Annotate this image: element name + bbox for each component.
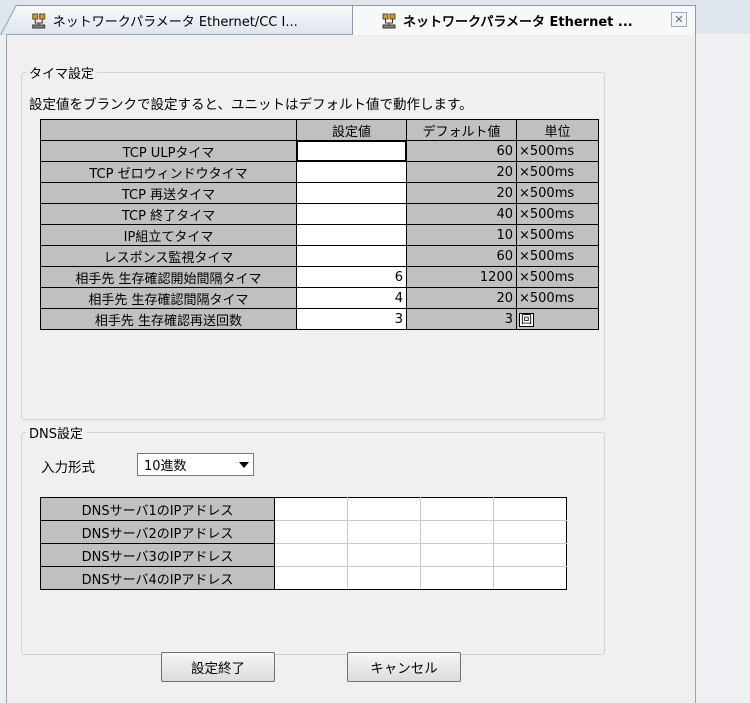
setting-value-input[interactable]: 3 bbox=[296, 308, 407, 330]
row-label: レスポンス監視タイマ bbox=[40, 245, 297, 267]
setting-value-input[interactable]: 4 bbox=[296, 287, 407, 309]
setting-value-input[interactable] bbox=[296, 203, 407, 225]
dns-server-label: DNSサーバ1のIPアドレス bbox=[40, 497, 275, 521]
header-default-value: デフォルト値 bbox=[406, 119, 517, 141]
ip-octet-input[interactable] bbox=[493, 520, 567, 544]
unit: 回 bbox=[516, 308, 599, 330]
background-strip bbox=[696, 34, 750, 703]
setting-value-input[interactable] bbox=[296, 245, 407, 267]
row-label: 相手先 生存確認開始間隔タイマ bbox=[40, 266, 297, 288]
chevron-down-icon[interactable] bbox=[235, 454, 253, 475]
ip-octet-input[interactable] bbox=[420, 566, 494, 590]
unit: ×500ms bbox=[516, 245, 599, 267]
table-row: TCP 再送タイマ 20 ×500ms bbox=[40, 182, 599, 204]
table-row: TCP 終了タイマ 40 ×500ms bbox=[40, 203, 599, 225]
ip-octet-input[interactable] bbox=[347, 543, 421, 567]
ip-octet-input[interactable] bbox=[347, 497, 421, 521]
ip-octet-input[interactable] bbox=[420, 543, 494, 567]
default-value: 60 bbox=[406, 245, 517, 267]
close-icon[interactable]: ✕ bbox=[671, 12, 687, 27]
ip-octet-input[interactable] bbox=[420, 497, 494, 521]
ip-octet-input[interactable] bbox=[493, 566, 567, 590]
table-row: DNSサーバ3のIPアドレス bbox=[40, 543, 567, 567]
dns-server-label: DNSサーバ2のIPアドレス bbox=[40, 520, 275, 544]
default-value: 40 bbox=[406, 203, 517, 225]
default-value: 20 bbox=[406, 161, 517, 183]
dns-table: DNSサーバ1のIPアドレス DNSサーバ2のIPアドレス DNSサーバ3のIP… bbox=[40, 497, 567, 590]
table-row: 相手先 生存確認間隔タイマ 4 20 ×500ms bbox=[40, 287, 599, 309]
finish-settings-button[interactable]: 設定終了 bbox=[161, 652, 275, 682]
table-row: DNSサーバ4のIPアドレス bbox=[40, 566, 567, 590]
unit: ×500ms bbox=[516, 224, 599, 246]
unit: ×500ms bbox=[516, 140, 599, 162]
header-setting-value: 設定値 bbox=[296, 119, 407, 141]
timer-description: 設定値をブランクで設定すると、ユニットはデフォルト値で動作します。 bbox=[29, 97, 473, 113]
setting-value-input[interactable] bbox=[296, 140, 407, 162]
network-parameter-icon bbox=[382, 13, 396, 28]
ip-octet-input[interactable] bbox=[420, 520, 494, 544]
tab-label: ネットワークパラメータ Ethernet ... bbox=[403, 15, 633, 30]
unit: ×500ms bbox=[516, 287, 599, 309]
default-value: 1200 bbox=[406, 266, 517, 288]
default-value: 20 bbox=[406, 182, 517, 204]
input-format-value: 10進数 bbox=[144, 459, 187, 474]
ip-octet-input[interactable] bbox=[274, 566, 348, 590]
row-label: TCP 再送タイマ bbox=[40, 182, 297, 204]
table-row: レスポンス監視タイマ 60 ×500ms bbox=[40, 245, 599, 267]
ip-octet-input[interactable] bbox=[274, 497, 348, 521]
row-label: 相手先 生存確認間隔タイマ bbox=[40, 287, 297, 309]
unit: ×500ms bbox=[516, 161, 599, 183]
dns-server-label: DNSサーバ3のIPアドレス bbox=[40, 543, 275, 567]
ip-octet-input[interactable] bbox=[493, 497, 567, 521]
header-unit: 単位 bbox=[516, 119, 599, 141]
cancel-button[interactable]: キャンセル bbox=[347, 652, 461, 682]
ip-octet-input[interactable] bbox=[347, 520, 421, 544]
row-label: TCP ULPタイマ bbox=[40, 140, 297, 162]
unit-count-label: 回 bbox=[519, 312, 534, 327]
ip-octet-input[interactable] bbox=[347, 566, 421, 590]
ip-octet-input[interactable] bbox=[493, 543, 567, 567]
unit: ×500ms bbox=[516, 203, 599, 225]
network-parameter-icon bbox=[32, 13, 46, 28]
timer-header-row: 設定値 デフォルト値 単位 bbox=[40, 119, 599, 141]
tab-network-parameter-ethernet-cc[interactable]: ネットワークパラメータ Ethernet/CC I... bbox=[0, 5, 376, 35]
input-format-label: 入力形式 bbox=[41, 460, 95, 476]
default-value: 60 bbox=[406, 140, 517, 162]
table-row: DNSサーバ2のIPアドレス bbox=[40, 520, 567, 544]
unit: ×500ms bbox=[516, 182, 599, 204]
dialog-content: タイマ設定 設定値をブランクで設定すると、ユニットはデフォルト値で動作します。 … bbox=[6, 34, 696, 703]
row-label: TCP ゼロウィンドウタイマ bbox=[40, 161, 297, 183]
input-format-select[interactable]: 10進数 bbox=[137, 453, 254, 476]
timer-settings-legend: タイマ設定 bbox=[29, 67, 95, 82]
dns-server-label: DNSサーバ4のIPアドレス bbox=[40, 566, 275, 590]
row-label: 相手先 生存確認再送回数 bbox=[40, 308, 297, 330]
tab-label: ネットワークパラメータ Ethernet/CC I... bbox=[52, 15, 298, 30]
dns-settings-legend: DNS設定 bbox=[29, 427, 83, 442]
table-row: DNSサーバ1のIPアドレス bbox=[40, 497, 567, 521]
default-value: 3 bbox=[406, 308, 517, 330]
timer-table: 設定値 デフォルト値 単位 TCP ULPタイマ 60 ×500ms TCP ゼ… bbox=[40, 119, 599, 330]
table-row: 相手先 生存確認再送回数 3 3 回 bbox=[40, 308, 599, 330]
row-label: TCP 終了タイマ bbox=[40, 203, 297, 225]
table-row: TCP ULPタイマ 60 ×500ms bbox=[40, 140, 599, 162]
tab-strip: ネットワークパラメータ Ethernet/CC I... ネットワークパラメータ… bbox=[0, 0, 750, 35]
setting-value-input[interactable] bbox=[296, 182, 407, 204]
default-value: 10 bbox=[406, 224, 517, 246]
ip-octet-input[interactable] bbox=[274, 543, 348, 567]
setting-value-input[interactable] bbox=[296, 224, 407, 246]
setting-value-input[interactable]: 6 bbox=[296, 266, 407, 288]
default-value: 20 bbox=[406, 287, 517, 309]
table-row: TCP ゼロウィンドウタイマ 20 ×500ms bbox=[40, 161, 599, 183]
tab-network-parameter-ethernet[interactable]: ネットワークパラメータ Ethernet ... ✕ bbox=[352, 5, 696, 35]
table-row: IP組立てタイマ 10 ×500ms bbox=[40, 224, 599, 246]
table-row: 相手先 生存確認開始間隔タイマ 6 1200 ×500ms bbox=[40, 266, 599, 288]
setting-value-input[interactable] bbox=[296, 161, 407, 183]
ip-octet-input[interactable] bbox=[274, 520, 348, 544]
header-blank bbox=[40, 119, 297, 141]
row-label: IP組立てタイマ bbox=[40, 224, 297, 246]
unit: ×500ms bbox=[516, 266, 599, 288]
